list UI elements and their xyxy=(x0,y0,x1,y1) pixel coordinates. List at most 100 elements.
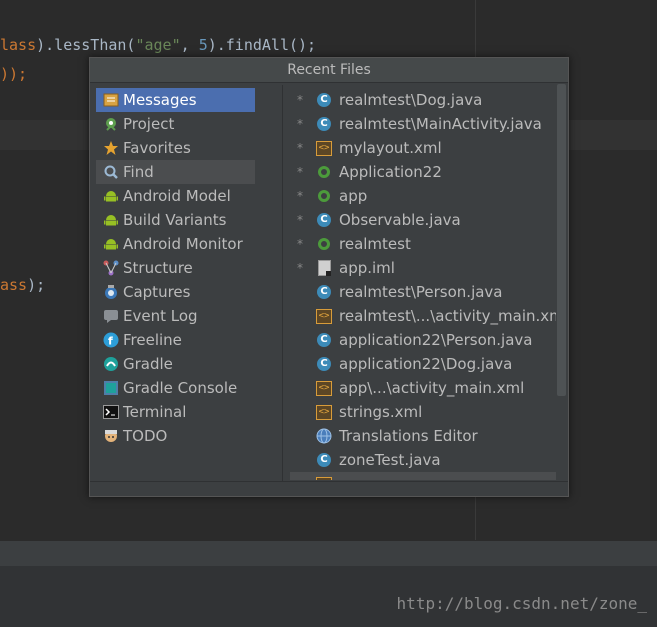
code-line[interactable]: ass); xyxy=(0,274,45,296)
code-token: , xyxy=(180,36,199,54)
recent-file-item[interactable]: <> app\...\activity_main.xml xyxy=(290,376,556,400)
tool-window-label: Gradle xyxy=(123,355,173,373)
tool-window-item-build-variants[interactable]: Build Variants xyxy=(96,208,255,232)
tool-window-label: Freeline xyxy=(123,331,182,349)
module-icon xyxy=(316,188,332,204)
recent-files-popup[interactable]: Recent Files Messages Project Favorites Fin… xyxy=(89,57,569,497)
recent-file-label: zoneTest.java xyxy=(339,451,441,469)
tool-window-label: Favorites xyxy=(123,139,191,157)
tool-window-item-structure[interactable]: Structure xyxy=(96,256,255,280)
java-class-icon: C xyxy=(316,452,332,468)
recent-file-label: Observable.java xyxy=(339,211,461,229)
panel-divider xyxy=(282,85,283,481)
recent-file-item[interactable]: * Crealmtest\Dog.java xyxy=(290,88,556,112)
messages-icon xyxy=(103,92,119,108)
recent-file-item[interactable]: Translations Editor xyxy=(290,424,556,448)
java-class-icon: C xyxy=(316,332,332,348)
xml-icon: <> xyxy=(316,380,332,396)
recent-file-label: Application22 xyxy=(339,163,442,181)
recent-file-item[interactable]: <> strings.xml xyxy=(290,400,556,424)
recent-file-item[interactable]: * <> mylayout.xml xyxy=(290,136,556,160)
code-token: ).lessThan( xyxy=(36,36,136,54)
tool-window-item-android-model[interactable]: Android Model xyxy=(96,184,255,208)
code-line[interactable]: lass).lessThan("age", 5).findAll(); xyxy=(0,34,316,56)
tool-window-item-gradle[interactable]: Gradle xyxy=(96,352,255,376)
iml-file-icon xyxy=(316,260,332,276)
tool-window-item-event-log[interactable]: Event Log xyxy=(96,304,255,328)
tool-window-item-freeline[interactable]: f Freeline xyxy=(96,328,255,352)
module-icon xyxy=(316,164,332,180)
pinned-marker-icon: * xyxy=(297,141,303,155)
tool-window-item-terminal[interactable]: Terminal xyxy=(96,400,255,424)
tool-window-item-project[interactable]: Project xyxy=(96,112,255,136)
java-class-icon: C xyxy=(316,284,332,300)
recent-file-item[interactable]: Capplication22\Person.java xyxy=(290,328,556,352)
code-token: 5 xyxy=(198,36,208,54)
tool-window-item-favorites[interactable]: Favorites xyxy=(96,136,255,160)
recent-file-label: app xyxy=(339,187,368,205)
recent-file-item[interactable]: <> realmtest\...\activity_main.xml xyxy=(290,304,556,328)
svg-text:f: f xyxy=(108,335,113,348)
freeline-icon: f xyxy=(103,332,119,348)
recent-file-item[interactable]: * C Observable.java xyxy=(290,208,556,232)
code-token: lass xyxy=(0,36,37,54)
vertical-scrollbar[interactable] xyxy=(557,84,566,396)
tool-window-label: TODO xyxy=(123,427,168,445)
terminal-icon xyxy=(103,404,119,420)
find-icon xyxy=(103,164,119,180)
tool-window-label: Android Monitor xyxy=(123,235,243,253)
recent-file-label: application22\Person.java xyxy=(339,331,533,349)
recent-file-item[interactable]: Crealmtest\Person.java xyxy=(290,280,556,304)
recent-file-label: realmtest\MainActivity.java xyxy=(339,115,542,133)
xml-icon: <> xyxy=(316,140,332,156)
recent-file-item[interactable]: * realmtest xyxy=(290,232,556,256)
pinned-marker-icon: * xyxy=(297,213,303,227)
globe-icon xyxy=(316,428,332,444)
tool-window-item-android-monitor[interactable]: Android Monitor xyxy=(96,232,255,256)
recent-file-label: realmtest\Person.java xyxy=(339,283,503,301)
project-icon xyxy=(103,116,119,132)
recent-file-item[interactable]: CzoneTest.java xyxy=(290,448,556,472)
code-token: ); xyxy=(27,276,46,294)
tool-window-list[interactable]: Messages Project Favorites Find Android Mode… xyxy=(96,88,255,448)
recent-file-label: app\...\activity_main.xml xyxy=(339,379,525,397)
recent-file-label: realmtest xyxy=(339,235,411,253)
tool-window-item-messages[interactable]: Messages xyxy=(96,88,255,112)
star-icon xyxy=(103,140,119,156)
code-line[interactable]: )); xyxy=(0,63,27,85)
code-token: ass xyxy=(0,276,28,294)
tool-window-item-gradle-console[interactable]: Gradle Console xyxy=(96,376,255,400)
android-icon xyxy=(103,188,119,204)
recent-file-item[interactable]: * Application22 xyxy=(290,160,556,184)
tool-window-item-find[interactable]: Find xyxy=(96,160,255,184)
recent-file-label: application22\Dog.java xyxy=(339,355,513,373)
pinned-marker-icon: * xyxy=(297,237,303,251)
popup-title: Recent Files xyxy=(90,58,568,83)
recent-file-label: realmtest\Dog.java xyxy=(339,91,483,109)
xml-icon: <> xyxy=(316,476,332,480)
pinned-marker-icon: * xyxy=(297,165,303,179)
tool-window-label: Structure xyxy=(123,259,193,277)
structure-icon xyxy=(103,260,119,276)
recent-file-item[interactable]: * app.iml xyxy=(290,256,556,280)
recent-file-item[interactable]: Capplication22\Dog.java xyxy=(290,352,556,376)
recent-file-list[interactable]: * Crealmtest\Dog.java * Crealmtest\MainActi… xyxy=(290,88,556,480)
recent-file-item[interactable]: * Crealmtest\MainActivity.java xyxy=(290,112,556,136)
tool-window-label: Captures xyxy=(123,283,191,301)
pinned-marker-icon: * xyxy=(297,261,303,275)
recent-file-item[interactable]: * app xyxy=(290,184,556,208)
pinned-marker-icon: * xyxy=(297,117,303,131)
tool-window-label: Messages xyxy=(123,91,197,109)
module-icon xyxy=(316,236,332,252)
gradle-console-icon xyxy=(103,380,119,396)
tool-window-label: Terminal xyxy=(123,403,187,421)
xml-icon: <> xyxy=(316,404,332,420)
recent-file-label: Translations Editor xyxy=(339,427,478,445)
java-class-icon: C xyxy=(316,356,332,372)
java-class-icon: C xyxy=(316,116,332,132)
tool-window-item-todo[interactable]: TODO xyxy=(96,424,255,448)
recent-file-label: realmtest\...\activity_main.xml xyxy=(339,307,556,325)
recent-file-item[interactable]: <> xyxy=(290,472,556,480)
tool-window-item-captures[interactable]: Captures xyxy=(96,280,255,304)
code-token: )); xyxy=(0,65,28,83)
